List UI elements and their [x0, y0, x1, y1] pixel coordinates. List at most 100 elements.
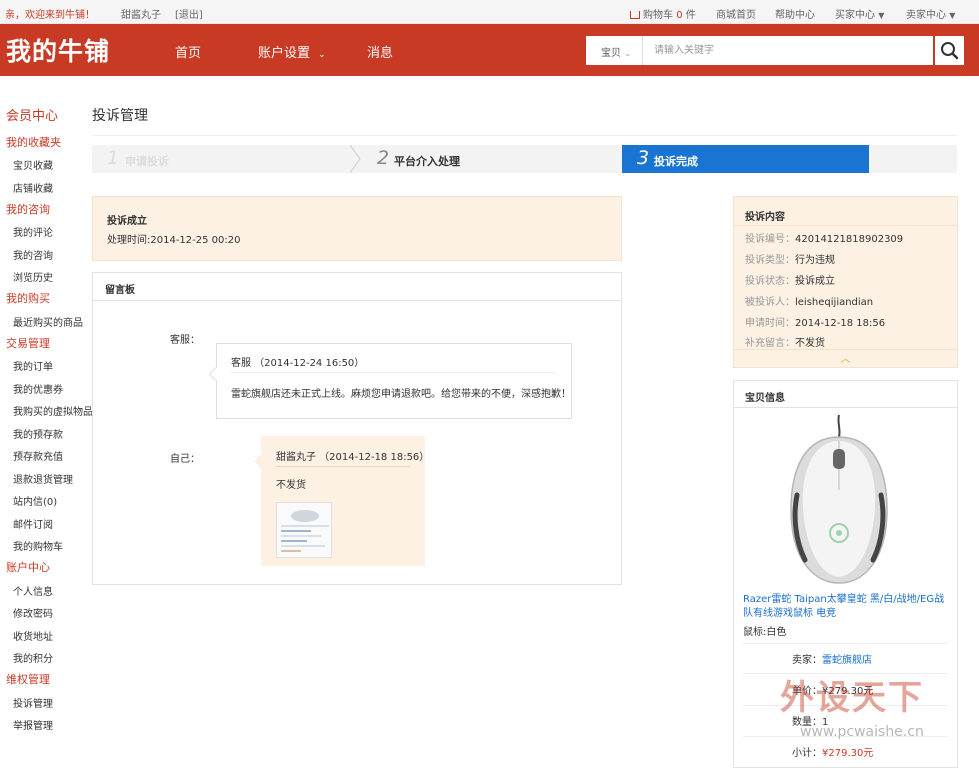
sidebar-item-address[interactable]: 收货地址 [13, 628, 53, 643]
nav-messages[interactable]: 消息 [367, 42, 393, 61]
cart-icon [630, 11, 640, 19]
search-input[interactable] [644, 36, 932, 65]
welcome-text: 亲，欢迎来到牛铺！ [5, 10, 95, 21]
sidebar-group-consult[interactable]: 我的咨询 [6, 201, 50, 217]
site-logo[interactable]: 我的牛铺 [6, 32, 110, 68]
divider [92, 135, 957, 136]
step-number: 3 [637, 147, 650, 169]
sidebar-item-profile[interactable]: 个人信息 [13, 583, 53, 598]
sidebar-item-product-favorites[interactable]: 宝贝收藏 [13, 157, 53, 172]
sidebar-item-complaints[interactable]: 投诉管理 [13, 695, 53, 710]
nav-home[interactable]: 首页 [175, 42, 201, 61]
mall-home-link[interactable]: 商城首页 [716, 6, 756, 21]
seller-row: 卖家：雷蛇旗舰店 [792, 651, 872, 666]
complaint-time-row: 申请时间：2014-12-18 18:56 [745, 314, 885, 329]
step-divider-icon [350, 145, 361, 173]
sidebar-group-rights[interactable]: 维权管理 [6, 671, 50, 687]
complaint-details-panel: 投诉内容 投诉编号：42014121818902309 投诉类型：行为违规 投诉… [733, 196, 958, 368]
search-category-select[interactable]: 宝贝 ⌄ [586, 36, 643, 65]
result-status: 投诉成立 [107, 216, 147, 227]
sidebar-item-subscriptions[interactable]: 邮件订阅 [13, 516, 53, 531]
bubble-arrow [253, 453, 269, 469]
message-board-title: 留言板 [105, 285, 135, 296]
message-board: 留言板 客服： 客服 （2014-12-24 16:50） 雷蛇旗舰店还未正式上… [92, 272, 622, 585]
sidebar-item-reports[interactable]: 举报管理 [13, 717, 53, 732]
sidebar-item-consult[interactable]: 我的咨询 [13, 247, 53, 262]
field-label: 投诉状态： [745, 276, 795, 287]
sidebar-item-deposit[interactable]: 我的预存款 [13, 426, 63, 441]
sidebar-item-reviews[interactable]: 我的评论 [13, 224, 53, 239]
field-label: 补充留言： [745, 338, 795, 349]
watermark-url: www.pcwaishe.cn [800, 724, 924, 740]
sidebar-title: 会员中心 [6, 109, 59, 124]
complaint-target-row: 被投诉人：leisheqijiandian [745, 293, 873, 308]
sidebar-group-account[interactable]: 账户中心 [6, 559, 50, 575]
logout-link[interactable]: [退出] [175, 6, 203, 21]
complaint-type-row: 投诉类型：行为违规 [745, 251, 835, 266]
sidebar-item-history[interactable]: 浏览历史 [13, 269, 53, 284]
help-center-link[interactable]: 帮助中心 [775, 6, 815, 21]
top-bar: 亲，欢迎来到牛铺！ 甜酱丸子 [退出] 购物车 0 件 商城首页 帮助中心 买家… [0, 0, 979, 24]
complaint-details-title: 投诉内容 [745, 212, 785, 223]
product-image[interactable] [779, 415, 899, 585]
sidebar-group-purchases[interactable]: 我的购买 [6, 290, 50, 306]
step-complete: 3 投诉完成 [622, 145, 869, 173]
step-label: 投诉完成 [654, 155, 698, 168]
chevron-down-icon: ⌄ [318, 50, 326, 60]
nav-account-settings[interactable]: 账户设置 ⌄ [258, 42, 326, 61]
field-value: 行为违规 [795, 255, 835, 266]
search-button[interactable] [934, 35, 965, 66]
chevron-down-icon: ⌄ [624, 49, 631, 58]
seller-link[interactable]: 雷蛇旗舰店 [822, 655, 872, 666]
divider [276, 466, 410, 467]
message-bubble-service: 客服 （2014-12-24 16:50） 雷蛇旗舰店还未正式上线。麻烦您申请退… [208, 343, 572, 419]
sidebar-item-refunds[interactable]: 退款退货管理 [13, 471, 73, 486]
sidebar-item-recent-purchases[interactable]: 最近购买的商品 [13, 314, 83, 329]
seller-center-label: 卖家中心 [906, 10, 946, 21]
step-apply: 1 申请投诉 [92, 145, 361, 173]
message-header: 甜酱丸子 （2014-12-18 18:56） [276, 452, 430, 463]
sidebar-item-shop-favorites[interactable]: 店铺收藏 [13, 180, 53, 195]
main-header: 我的牛铺 首页 账户设置 ⌄ 消息 宝贝 ⌄ [0, 24, 979, 76]
field-value: 42014121818902309 [795, 234, 904, 245]
buyer-center-menu[interactable]: 买家中心 ▼ [835, 6, 884, 21]
result-time: 处理时间:2014-12-25 00:20 [107, 235, 241, 246]
field-value: 2014-12-18 18:56 [795, 318, 886, 329]
message-body: 不发货 [276, 480, 306, 491]
seller-center-menu[interactable]: 卖家中心 ▼ [906, 6, 955, 21]
username-link[interactable]: 甜酱丸子 [121, 6, 161, 21]
divider [734, 407, 957, 408]
sidebar-item-password[interactable]: 修改密码 [13, 605, 53, 620]
message-body: 雷蛇旗舰店还未正式上线。麻烦您申请退款吧。给您带来的不便，深感抱歉！ [231, 389, 571, 400]
cart-unit: 件 [685, 10, 696, 21]
sidebar-item-deposit-recharge[interactable]: 预存款充值 [13, 448, 63, 463]
sidebar-item-points[interactable]: 我的积分 [13, 650, 53, 665]
search-category-label: 宝贝 [601, 48, 621, 59]
cart-link[interactable]: 购物车 0 件 [630, 6, 696, 21]
sidebar-item-coupons[interactable]: 我的优惠券 [13, 381, 63, 396]
product-panel-title: 宝贝信息 [745, 393, 785, 404]
search-box: 宝贝 ⌄ [585, 35, 934, 66]
field-label: 申请时间： [745, 318, 795, 329]
complaint-status-row: 投诉状态：投诉成立 [745, 272, 835, 287]
sidebar-item-virtual-goods[interactable]: 我购买的虚拟物品 [13, 403, 93, 418]
sidebar-group-trade[interactable]: 交易管理 [6, 335, 50, 351]
sidebar-item-cart[interactable]: 我的购物车 [13, 538, 63, 553]
product-name-link[interactable]: Razer雷蛇 Taipan太攀皇蛇 黑/白/战地/EG战队有线游戏鼠标 电竞 [743, 593, 948, 621]
sidebar-item-inbox[interactable]: 站内信(0) [13, 493, 57, 508]
chevron-down-icon: ▼ [949, 11, 956, 20]
attachment-thumbnail[interactable] [276, 502, 332, 558]
sidebar-item-orders[interactable]: 我的订单 [13, 358, 53, 373]
divider [743, 643, 948, 644]
field-value: 不发货 [795, 338, 825, 349]
buyer-center-label: 买家中心 [835, 10, 875, 21]
step-number: 1 [107, 147, 120, 169]
field-value: 投诉成立 [795, 276, 835, 287]
field-label: 卖家： [792, 655, 822, 666]
field-label: 投诉类型： [745, 255, 795, 266]
divider [734, 225, 957, 226]
sidebar-group-favorites[interactable]: 我的收藏夹 [6, 134, 61, 150]
page-title: 投诉管理 [92, 108, 148, 124]
step-number: 2 [377, 147, 390, 169]
collapse-toggle[interactable]: ︿ [734, 349, 957, 367]
